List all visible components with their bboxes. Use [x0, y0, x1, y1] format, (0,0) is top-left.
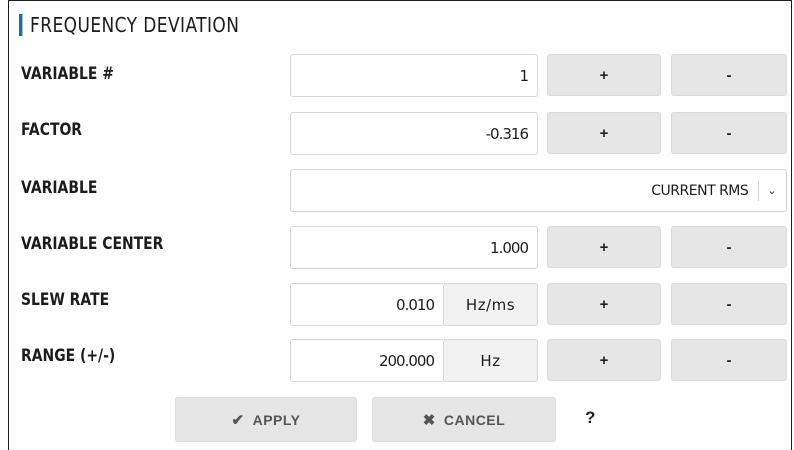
variable-number-field[interactable]: 1	[290, 54, 538, 97]
apply-button[interactable]: ✔ APPLY	[175, 397, 357, 442]
range-label: RANGE (+/-)	[21, 346, 116, 366]
slew-rate-unit: Hz/ms	[444, 283, 538, 326]
range-field[interactable]: 200.000	[290, 339, 444, 382]
slew-rate-decrement-button[interactable]: -	[671, 283, 787, 325]
variable-select[interactable]: CURRENT RMS ⌄	[290, 169, 787, 212]
factor-field[interactable]: -0.316	[290, 112, 538, 155]
help-button[interactable]: ?	[585, 408, 595, 428]
slew-rate-field[interactable]: 0.010	[290, 283, 444, 326]
section-title: FREQUENCY DEVIATION	[19, 10, 239, 40]
range-unit: Hz	[444, 339, 538, 382]
title-accent-bar	[19, 14, 23, 36]
variable-select-value: CURRENT RMS	[651, 182, 749, 199]
variable-center-decrement-button[interactable]: -	[671, 226, 787, 268]
frequency-deviation-panel: FREQUENCY DEVIATION VARIABLE # 1 + - FAC…	[8, 0, 792, 450]
check-icon: ✔	[231, 411, 245, 429]
chevron-down-icon: ⌄	[767, 184, 776, 197]
factor-label: FACTOR	[21, 120, 83, 140]
cancel-button[interactable]: ✖ CANCEL	[372, 397, 556, 442]
variable-center-field[interactable]: 1.000	[290, 226, 538, 269]
slew-rate-label: SLEW RATE	[21, 290, 110, 310]
factor-increment-button[interactable]: +	[547, 112, 661, 154]
cancel-button-label: CANCEL	[443, 411, 506, 428]
variable-center-increment-button[interactable]: +	[547, 226, 661, 268]
variable-label: VARIABLE	[21, 178, 98, 198]
section-title-text: FREQUENCY DEVIATION	[30, 13, 240, 37]
slew-rate-increment-button[interactable]: +	[547, 283, 661, 325]
variable-number-decrement-button[interactable]: -	[671, 54, 787, 96]
factor-decrement-button[interactable]: -	[671, 112, 787, 154]
variable-number-label: VARIABLE #	[21, 64, 114, 84]
range-increment-button[interactable]: +	[547, 339, 661, 381]
range-decrement-button[interactable]: -	[671, 339, 787, 381]
apply-button-label: APPLY	[252, 411, 301, 428]
variable-center-label: VARIABLE CENTER	[21, 234, 164, 254]
x-icon: ✖	[422, 411, 436, 429]
variable-number-increment-button[interactable]: +	[547, 54, 661, 96]
select-divider	[758, 180, 760, 201]
